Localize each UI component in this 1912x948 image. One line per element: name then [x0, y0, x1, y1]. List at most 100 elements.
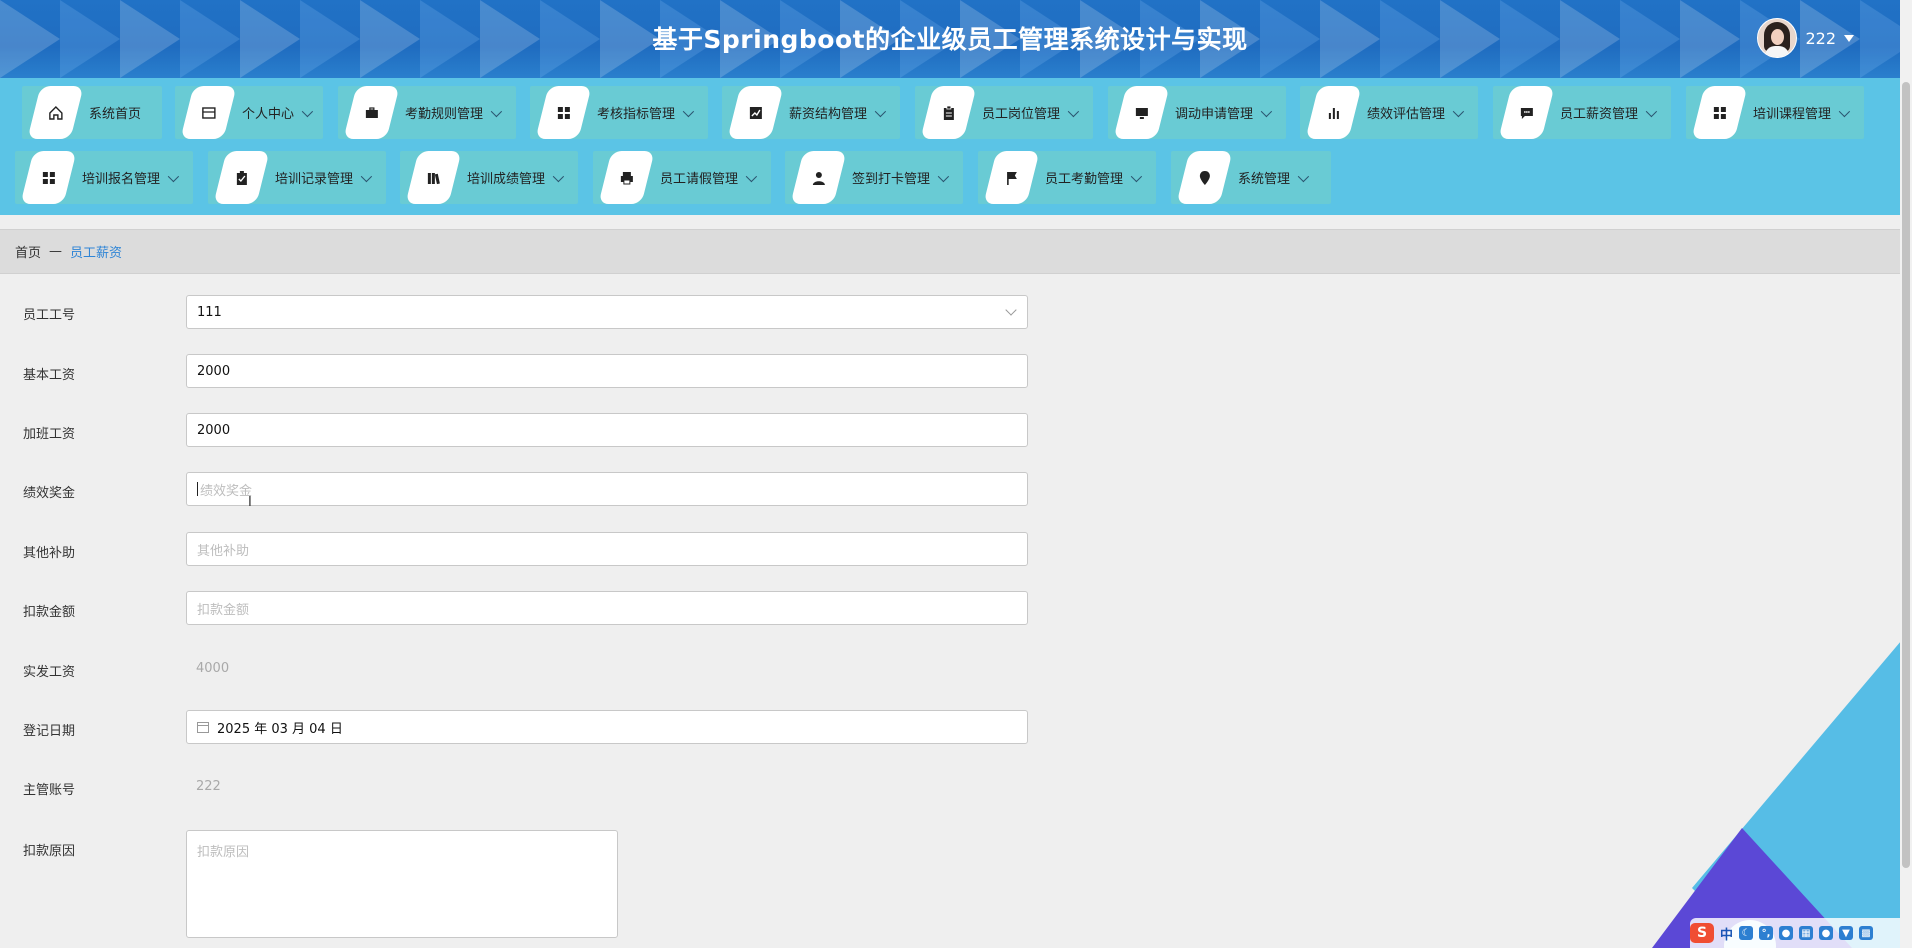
punctuation-icon[interactable]: °, [1759, 926, 1774, 940]
nav-item-system-home[interactable]: 系统首页 [22, 86, 162, 139]
grid-icon [1713, 106, 1726, 119]
home-icon [48, 105, 63, 120]
deduction-amount-label: 扣款金额 [23, 605, 76, 620]
manager-account-label: 主管账号 [23, 783, 76, 798]
grid-icon [557, 106, 570, 119]
nav-label: 员工薪资管理 [1560, 107, 1639, 122]
message-icon [1520, 107, 1533, 119]
performance-bonus-input[interactable]: 绩效奖金 [186, 472, 1028, 506]
chevron-down-icon [1645, 105, 1658, 117]
nav-label: 员工考勤管理 [1045, 172, 1124, 187]
chevron-down-icon [360, 170, 373, 182]
ime-mode-label[interactable]: 中 [1720, 924, 1733, 943]
chevron-down-icon [1452, 105, 1465, 117]
calendar-icon [197, 721, 209, 733]
bar-chart-icon [1328, 107, 1339, 119]
nav-label: 培训报名管理 [82, 172, 161, 187]
chevron-down-icon [937, 170, 950, 182]
nav-item-personal-center[interactable]: 个人中心 [175, 86, 323, 139]
nav-item-training-registration[interactable]: 培训报名管理 [15, 151, 193, 204]
nav-item-attendance-rules[interactable]: 考勤规则管理 [338, 86, 516, 139]
chevron-down-icon [1005, 304, 1017, 316]
nav-label: 考核指标管理 [597, 107, 676, 122]
overtime-pay-input[interactable]: 2000 [186, 413, 1028, 447]
chevron-down-icon [874, 105, 887, 117]
page-scrollbar-thumb[interactable] [1902, 82, 1910, 868]
nav-label: 培训成绩管理 [467, 172, 546, 187]
employee-id-select[interactable]: 111 [186, 295, 1028, 329]
nav-item-training-scores[interactable]: 培训成绩管理 [400, 151, 578, 204]
nav-icon-bg [920, 86, 977, 139]
chevron-down-icon [1067, 105, 1080, 117]
nav-icon-bg [1305, 86, 1362, 139]
nav-item-training-records[interactable]: 培训记录管理 [208, 151, 386, 204]
nav-item-assessment-indicators[interactable]: 考核指标管理 [530, 86, 708, 139]
nav-label: 签到打卡管理 [852, 172, 931, 187]
library-icon [427, 172, 440, 184]
microphone-icon[interactable]: ● [1779, 926, 1794, 940]
username[interactable]: 222 [1805, 29, 1836, 48]
register-date-label: 登记日期 [23, 724, 76, 739]
nav-label: 培训课程管理 [1753, 107, 1832, 122]
system-tray: S 中 ☾ °, ● ▦ ● ▼ ▩ [1690, 918, 1900, 948]
user-menu[interactable]: 222 [1757, 18, 1854, 58]
performance-bonus-placeholder: 绩效奖金 [200, 483, 253, 499]
other-allowance-input[interactable]: 其他补助 [186, 532, 1028, 566]
employee-id-value: 111 [197, 304, 222, 320]
sogou-ime-icon[interactable]: S [1690, 923, 1714, 943]
deduction-reason-label: 扣款原因 [23, 844, 76, 859]
chevron-down-icon [1838, 105, 1851, 117]
chevron-down-icon [1130, 170, 1143, 182]
base-salary-label: 基本工资 [23, 368, 76, 383]
nav-item-employee-leave[interactable]: 员工请假管理 [593, 151, 771, 204]
text-caret [197, 482, 198, 496]
printer-icon [620, 171, 633, 184]
chevron-down-icon [1297, 170, 1310, 182]
apps-icon[interactable]: ▩ [1859, 926, 1874, 940]
net-salary-label: 实发工资 [23, 665, 76, 680]
nav-item-check-in[interactable]: 签到打卡管理 [785, 151, 963, 204]
nav-icon-bg [213, 151, 270, 204]
chevron-down-icon [745, 170, 758, 182]
person-icon [812, 171, 825, 185]
nav-icon-bg [343, 86, 400, 139]
keyboard-icon[interactable]: ▦ [1799, 926, 1814, 940]
chevron-down-icon [167, 170, 180, 182]
clipboard-check-icon [236, 170, 247, 185]
nav-label: 培训记录管理 [275, 172, 354, 187]
decorative-triangles [1652, 628, 1912, 948]
grid-icon [42, 171, 55, 184]
register-date-input[interactable]: 2025 年 03 月 04 日 [186, 710, 1028, 744]
deduction-amount-input[interactable]: 扣款金额 [186, 591, 1028, 625]
nav-icon-bg [405, 151, 462, 204]
nav-item-training-courses[interactable]: 培训课程管理 [1686, 86, 1864, 139]
deduction-reason-textarea[interactable]: 扣款原因 [186, 830, 618, 938]
nav-item-employee-salary[interactable]: 员工薪资管理 [1493, 86, 1671, 139]
avatar[interactable] [1757, 18, 1798, 58]
user-icon[interactable]: ● [1819, 926, 1834, 940]
caret-down-icon[interactable] [1844, 34, 1854, 42]
header-bar: 基于Springboot的企业级员工管理系统设计与实现 222 [0, 0, 1900, 78]
base-salary-input[interactable]: 2000 [186, 354, 1028, 388]
nav-label: 调动申请管理 [1175, 107, 1254, 122]
overtime-pay-label: 加班工资 [23, 427, 76, 442]
nav-item-employee-positions[interactable]: 员工岗位管理 [915, 86, 1093, 139]
nav-label: 个人中心 [242, 107, 295, 122]
moon-icon[interactable]: ☾ [1739, 926, 1754, 940]
chevron-down-icon [1260, 105, 1273, 117]
breadcrumb-home-link[interactable]: 首页 [15, 242, 41, 261]
shirt-icon[interactable]: ▼ [1839, 926, 1854, 940]
nav-item-performance-evaluation[interactable]: 绩效评估管理 [1300, 86, 1478, 139]
nav-item-transfer-requests[interactable]: 调动申请管理 [1108, 86, 1286, 139]
nav-item-system-management[interactable]: 系统管理 [1171, 151, 1331, 204]
nav-icon-bg [27, 86, 84, 139]
nav-item-employee-attendance[interactable]: 员工考勤管理 [978, 151, 1156, 204]
nav-item-salary-structure[interactable]: 薪资结构管理 [722, 86, 900, 139]
nav-label: 员工请假管理 [660, 172, 739, 187]
nav-icon-bg [535, 86, 592, 139]
text-cursor-icon: I [248, 495, 252, 510]
nav-icon-bg [1113, 86, 1170, 139]
nav-label: 员工岗位管理 [982, 107, 1061, 122]
nav-icon-bg [20, 151, 77, 204]
nav-icon-bg [1176, 151, 1233, 204]
